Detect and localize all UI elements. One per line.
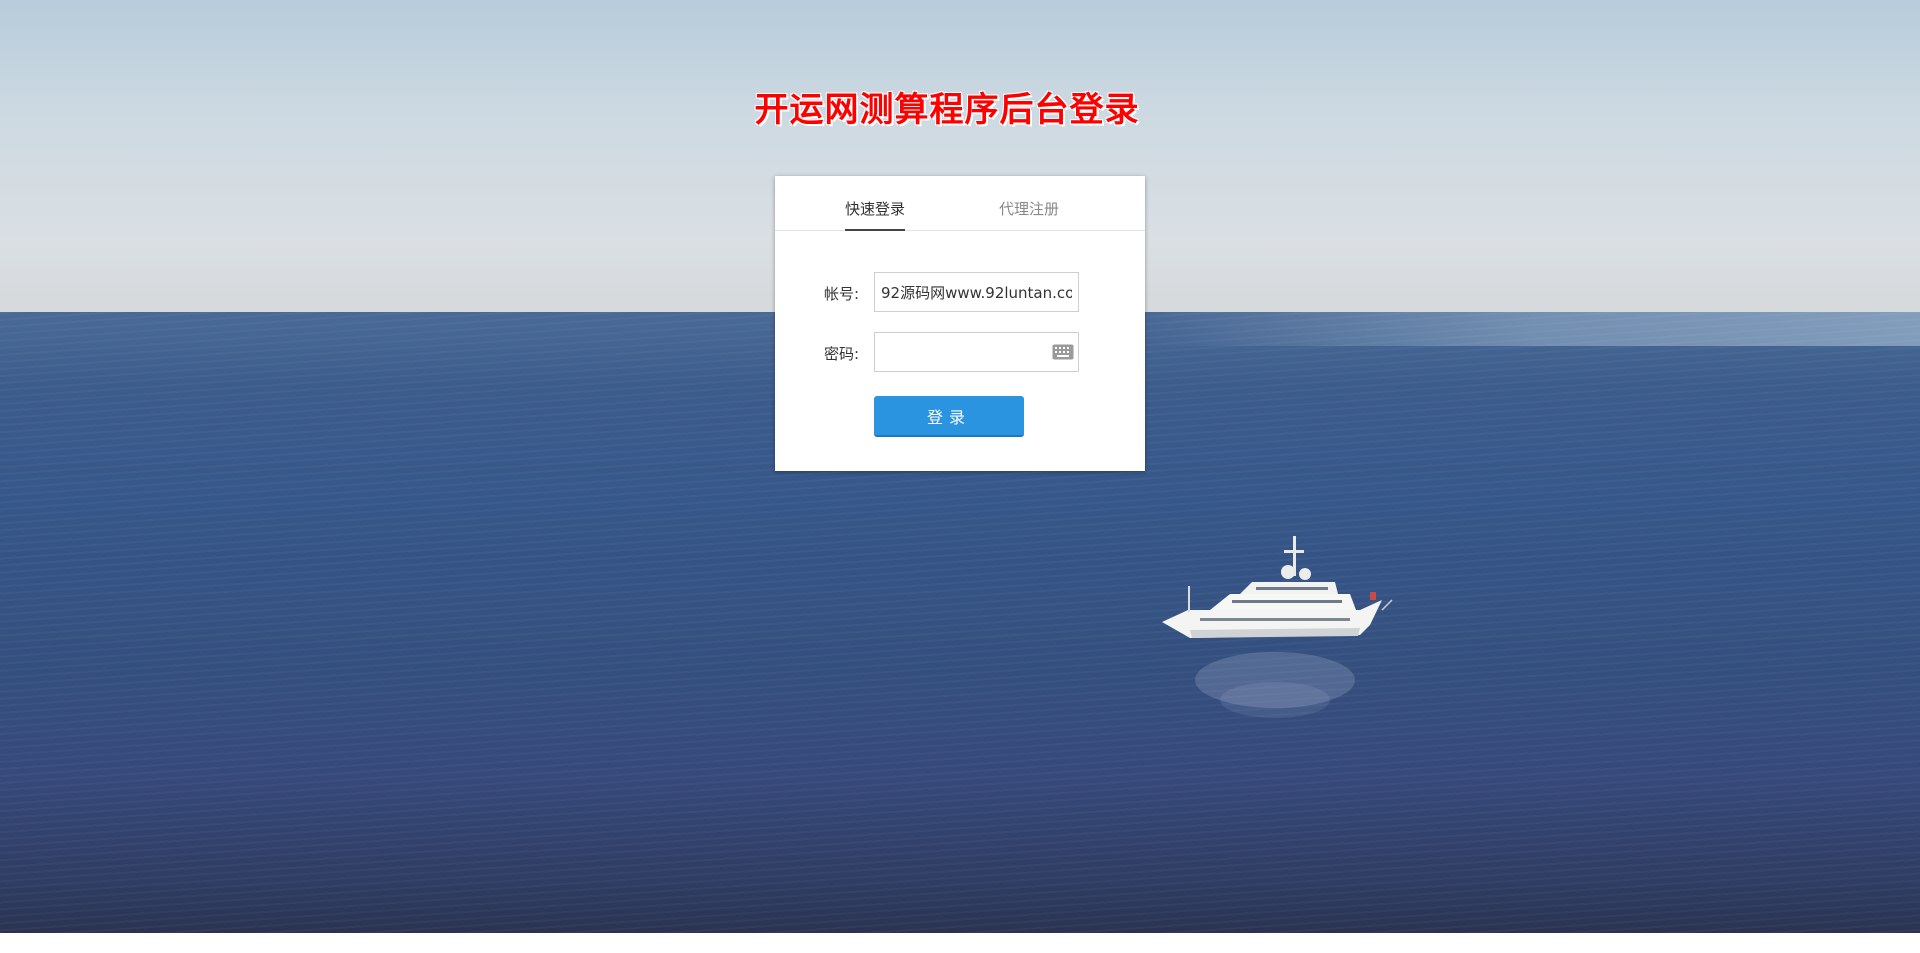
- account-field-wrapper: [874, 272, 1079, 312]
- page-title: 开运网测算程序后台登录: [754, 90, 1140, 130]
- login-button[interactable]: 登录: [874, 396, 1024, 437]
- password-field-wrapper: [874, 332, 1079, 372]
- yacht-image: [1162, 536, 1393, 718]
- account-input[interactable]: [875, 273, 1078, 311]
- keyboard-icon[interactable]: [1052, 344, 1074, 360]
- account-label: 帐号:: [824, 285, 860, 303]
- login-panel: 快速登录 代理注册 帐号: 密码: 登录: [775, 176, 1145, 471]
- login-tabs: 快速登录 代理注册: [775, 176, 1145, 231]
- tab-quick-login[interactable]: 快速登录: [845, 198, 906, 231]
- password-label: 密码:: [824, 345, 860, 363]
- password-input[interactable]: [875, 333, 1078, 371]
- tab-agent-register[interactable]: 代理注册: [999, 198, 1059, 229]
